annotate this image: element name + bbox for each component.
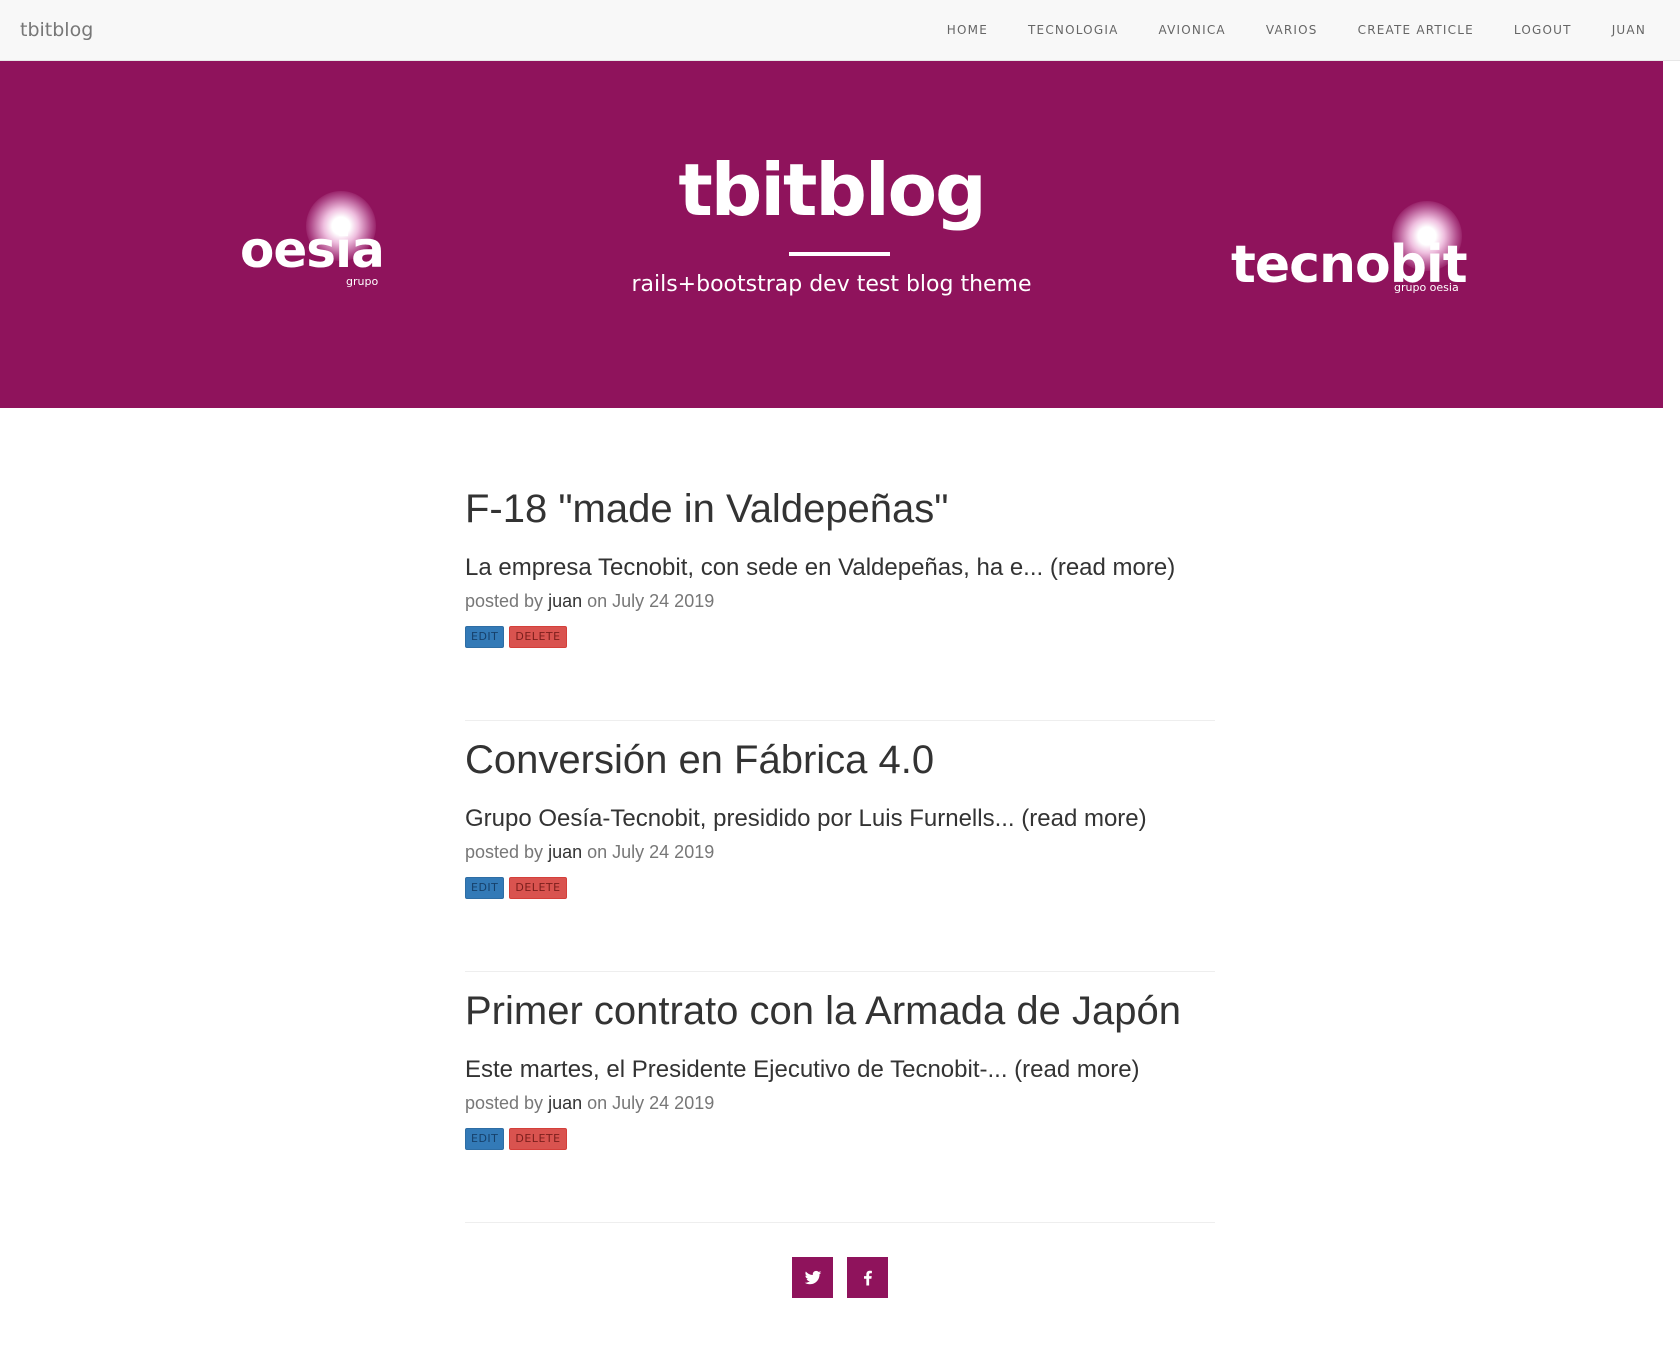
post-actions: EDIT DELETE xyxy=(465,1128,567,1150)
twitter-link[interactable] xyxy=(792,1257,833,1298)
social-links xyxy=(792,1257,888,1298)
post-meta: posted by juan on July 24 2019 xyxy=(465,591,714,612)
post-meta: posted by juan on July 24 2019 xyxy=(465,1093,714,1114)
facebook-link[interactable] xyxy=(847,1257,888,1298)
hero-banner: oesia grupo tbitblog rails+bootstrap dev… xyxy=(0,61,1663,408)
delete-button[interactable]: DELETE xyxy=(509,626,567,648)
edit-button[interactable]: EDIT xyxy=(465,626,505,648)
post-excerpt[interactable]: Este martes, el Presidente Ejecutivo de … xyxy=(465,1056,1140,1084)
nav-link-logout[interactable]: LOGOUT xyxy=(1494,0,1592,60)
nav-link-home[interactable]: HOME xyxy=(927,0,1008,60)
nav-link-create-article[interactable]: CREATE ARTICLE xyxy=(1338,0,1494,60)
post-preview: Conversión en Fábrica 4.0 Grupo Oesía-Te… xyxy=(465,721,1215,972)
navbar-brand[interactable]: tbitblog xyxy=(20,19,93,41)
post-date: on July 24 2019 xyxy=(587,1093,715,1113)
posted-by-label: posted by xyxy=(465,591,544,611)
post-list: F-18 "made in Valdepeñas" La empresa Tec… xyxy=(465,470,1215,1223)
delete-button[interactable]: DELETE xyxy=(509,877,567,899)
post-author[interactable]: juan xyxy=(548,842,582,862)
tecnobit-logo-sub: grupo oesia xyxy=(1394,281,1459,294)
post-title[interactable]: F-18 "made in Valdepeñas" xyxy=(465,487,949,531)
nav-link-varios[interactable]: VARIOS xyxy=(1246,0,1338,60)
post-title[interactable]: Conversión en Fábrica 4.0 xyxy=(465,738,934,782)
post-actions: EDIT DELETE xyxy=(465,877,567,899)
hero-divider xyxy=(789,252,890,256)
posted-by-label: posted by xyxy=(465,1093,544,1113)
nav-link-user[interactable]: JUAN xyxy=(1592,0,1666,60)
posted-by-label: posted by xyxy=(465,842,544,862)
post-date: on July 24 2019 xyxy=(587,842,715,862)
nav-link-avionica[interactable]: AVIONICA xyxy=(1138,0,1245,60)
top-navbar: tbitblog HOME TECNOLOGIA AVIONICA VARIOS… xyxy=(0,0,1680,61)
edit-button[interactable]: EDIT xyxy=(465,1128,505,1150)
oesia-logo-word: oesia xyxy=(240,221,385,279)
tecnobit-logo: tecnobit grupo oesia xyxy=(1231,201,1471,303)
edit-button[interactable]: EDIT xyxy=(465,877,505,899)
post-excerpt[interactable]: Grupo Oesía-Tecnobit, presidido por Luis… xyxy=(465,805,1147,833)
post-preview: F-18 "made in Valdepeñas" La empresa Tec… xyxy=(465,470,1215,721)
navbar-links: HOME TECNOLOGIA AVIONICA VARIOS CREATE A… xyxy=(927,0,1666,60)
facebook-icon xyxy=(863,1270,872,1285)
post-excerpt[interactable]: La empresa Tecnobit, con sede en Valdepe… xyxy=(465,554,1175,582)
post-title[interactable]: Primer contrato con la Armada de Japón xyxy=(465,989,1181,1033)
twitter-icon xyxy=(804,1270,821,1284)
nav-link-tecnologia[interactable]: TECNOLOGIA xyxy=(1008,0,1138,60)
delete-button[interactable]: DELETE xyxy=(509,1128,567,1150)
post-author[interactable]: juan xyxy=(548,591,582,611)
post-author[interactable]: juan xyxy=(548,1093,582,1113)
post-date: on July 24 2019 xyxy=(587,591,715,611)
post-actions: EDIT DELETE xyxy=(465,626,567,648)
post-preview: Primer contrato con la Armada de Japón E… xyxy=(465,972,1215,1223)
post-meta: posted by juan on July 24 2019 xyxy=(465,842,714,863)
